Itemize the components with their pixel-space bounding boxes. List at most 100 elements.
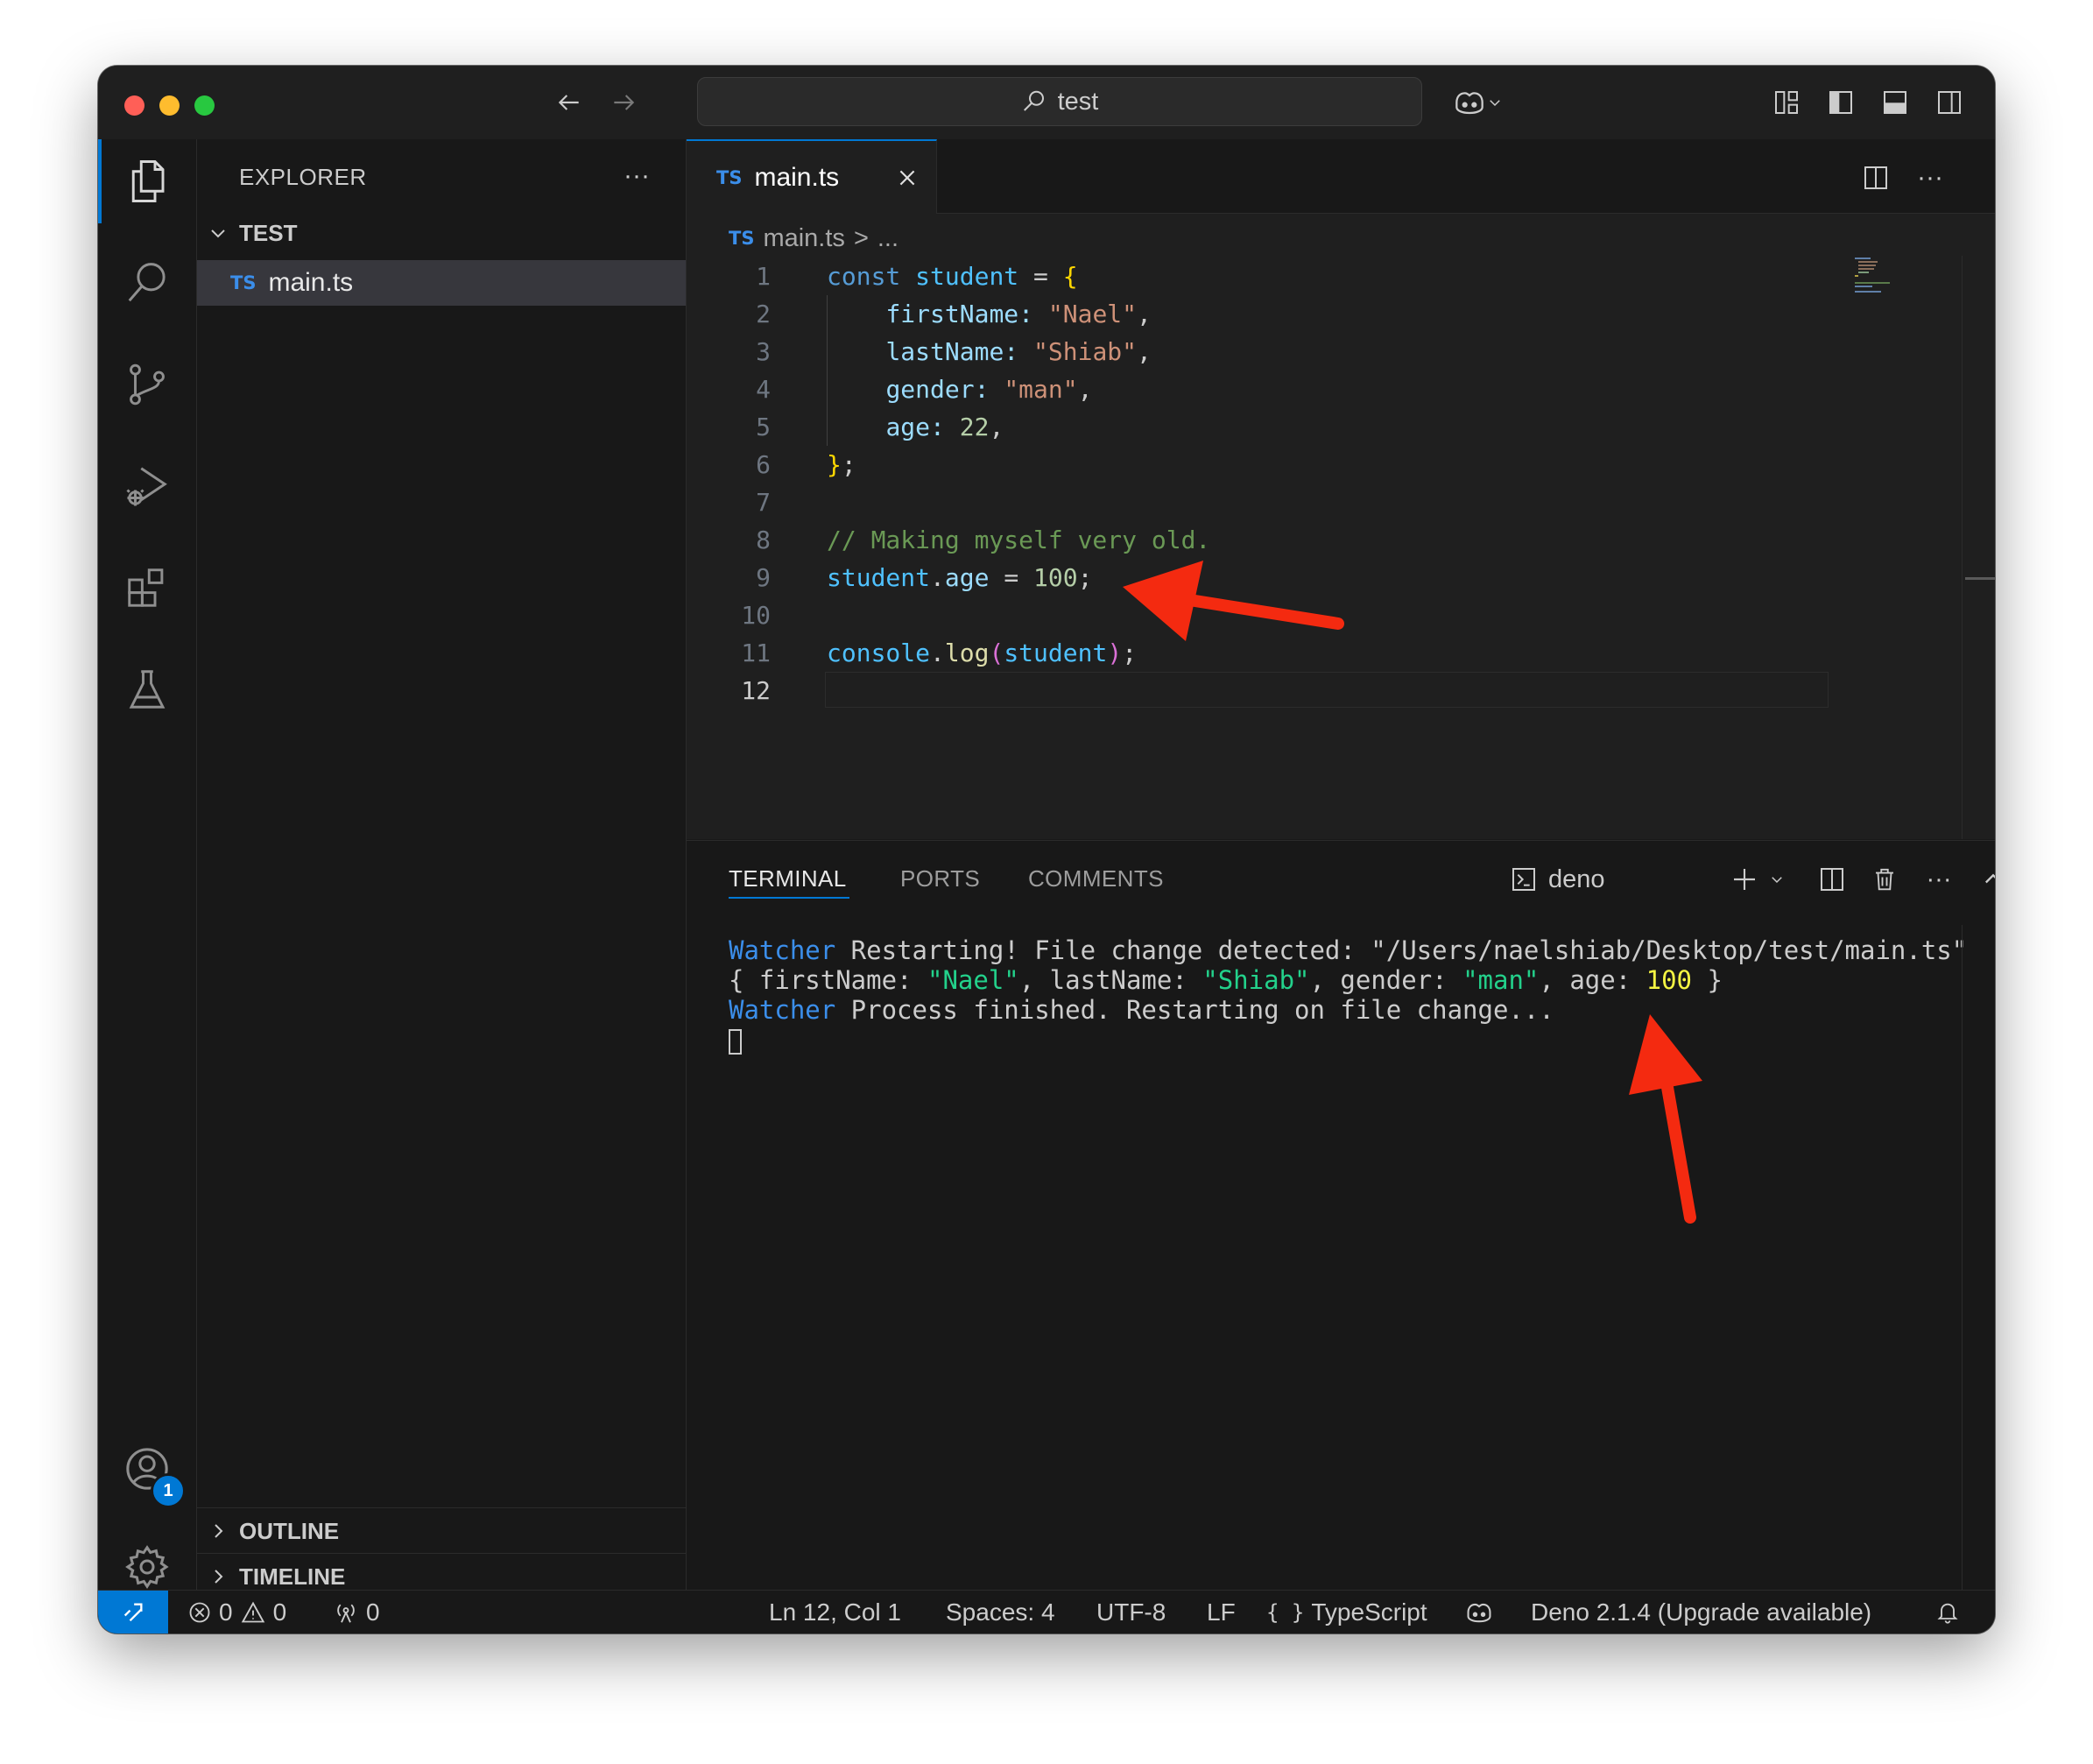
panel-bottom-icon: [1884, 91, 1906, 114]
copilot-status-button[interactable]: [1464, 1591, 1494, 1633]
tab-comments[interactable]: COMMENTS: [1028, 841, 1164, 916]
breadcrumb-file[interactable]: main.ts: [763, 224, 844, 253]
tab-main-ts[interactable]: TS main.ts: [687, 139, 937, 214]
chevron-right-icon: [197, 1521, 239, 1542]
panel-more-button[interactable]: ···: [1920, 860, 1958, 899]
code-line: 3 lastName: "Shiab",: [687, 333, 1948, 370]
layout-grid-icon: [1775, 91, 1798, 114]
explorer-sidebar: EXPLORER ··· TEST TS main.ts OUTLINE TIM…: [197, 139, 687, 1590]
minimap[interactable]: [1848, 256, 1900, 298]
bottom-panel: TERMINAL PORTS COMMENTS deno ··· Watcher…: [687, 840, 1995, 1591]
customize-layout-button[interactable]: [1767, 83, 1806, 122]
activity-run-debug[interactable]: [98, 444, 196, 528]
terminal-line: { firstName: "Nael", lastName: "Shiab", …: [729, 965, 1723, 995]
activity-extensions[interactable]: [98, 546, 196, 630]
terminal-line: Watcher Process finished. Restarting on …: [729, 995, 1554, 1025]
split-editor-icon: [1864, 166, 1887, 189]
indentation-status[interactable]: Spaces: 4: [946, 1591, 1055, 1633]
code-line: 10: [687, 596, 1948, 634]
encoding-status[interactable]: UTF-8: [1096, 1591, 1166, 1633]
active-tab-underline: [729, 897, 849, 899]
new-terminal-button[interactable]: [1730, 860, 1785, 899]
typescript-file-icon: TS: [716, 166, 743, 188]
code-line-current: 12: [687, 672, 1948, 709]
warning-count: 0: [272, 1598, 287, 1626]
scrollbar-cursor-marker: [1965, 577, 1995, 580]
line-number: 8: [756, 526, 771, 554]
section-outline[interactable]: OUTLINE: [197, 1509, 686, 1553]
error-count: 0: [219, 1598, 233, 1626]
close-icon: [899, 170, 915, 186]
toggle-primary-sidebar-button[interactable]: [1822, 83, 1860, 122]
code-editor[interactable]: TS main.ts > ... 1 const student = { 2 fi…: [687, 214, 1995, 839]
remote-indicator-button[interactable]: [98, 1591, 168, 1633]
breadcrumb-symbols[interactable]: ...: [877, 224, 899, 253]
chevron-right-icon: [197, 1566, 239, 1587]
divider: [197, 1507, 686, 1508]
code-line: 11 console.log(student);: [687, 634, 1948, 672]
activity-search[interactable]: [98, 241, 196, 325]
language-mode-status[interactable]: { } TypeScript: [1266, 1591, 1427, 1633]
zoom-window-button[interactable]: [194, 95, 215, 116]
sidebar-left-icon: [1829, 91, 1852, 114]
back-button[interactable]: [550, 83, 588, 122]
code-area[interactable]: 1 const student = { 2 firstName: "Nael", …: [687, 258, 1948, 709]
deno-status[interactable]: Deno 2.1.4 (Upgrade available): [1531, 1591, 1871, 1633]
activity-explorer[interactable]: [98, 139, 196, 223]
maximize-panel-button[interactable]: [1974, 860, 1995, 899]
toggle-panel-button[interactable]: [1876, 83, 1914, 122]
activity-accounts[interactable]: 1: [98, 1427, 196, 1511]
vscode-window: test 1 EXPLORER ··· TEST TS main.ts OUTL…: [98, 66, 1995, 1633]
activity-bar: 1: [98, 139, 197, 1590]
line-number: 4: [756, 375, 771, 404]
terminal-name: deno: [1548, 864, 1605, 893]
tab-label: main.ts: [754, 162, 840, 192]
forward-button[interactable]: [604, 83, 643, 122]
file-item-main-ts[interactable]: TS main.ts: [197, 260, 686, 306]
kill-terminal-button[interactable]: [1865, 860, 1904, 899]
tab-ports[interactable]: PORTS: [900, 841, 980, 916]
cursor-position-status[interactable]: Ln 12, Col 1: [769, 1591, 901, 1633]
sidebar-more-button[interactable]: ···: [617, 157, 656, 195]
chevron-down-icon: [197, 222, 239, 243]
folder-name: TEST: [239, 219, 298, 246]
terminal-scrollbar[interactable]: [1962, 925, 1963, 1591]
problems-status[interactable]: 0 0: [187, 1591, 286, 1633]
split-terminal-button[interactable]: [1813, 860, 1851, 899]
terminal-line: Watcher Restarting! File change detected…: [729, 935, 1968, 965]
split-editor-button[interactable]: [1857, 159, 1895, 197]
gear-icon: [125, 1545, 169, 1589]
tab-terminal[interactable]: TERMINAL: [729, 841, 847, 916]
search-icon: [1023, 90, 1044, 111]
line-number: 9: [756, 563, 771, 592]
ports-status[interactable]: 0: [333, 1591, 380, 1633]
eol-status[interactable]: LF: [1207, 1591, 1236, 1633]
breadcrumb-separator: >: [853, 223, 869, 252]
toggle-secondary-sidebar-button[interactable]: [1930, 83, 1969, 122]
activity-source-control[interactable]: [98, 342, 196, 427]
plus-icon: [1734, 869, 1755, 890]
terminal-line: [729, 1025, 1967, 1055]
split-terminal-icon: [1821, 868, 1843, 891]
minimize-window-button[interactable]: [159, 95, 180, 116]
section-timeline-label: TIMELINE: [239, 1563, 346, 1590]
warning-icon: [241, 1601, 264, 1623]
editor-scrollbar[interactable]: [1962, 256, 1963, 839]
copilot-menu-button[interactable]: [1447, 83, 1508, 122]
terminal-selector[interactable]: deno: [1510, 860, 1605, 899]
terminal-output[interactable]: Watcher Restarting! File change detected…: [729, 935, 1967, 1055]
close-tab-button[interactable]: [890, 160, 925, 195]
divider: [197, 1553, 686, 1554]
line-number: 3: [756, 337, 771, 366]
editor-more-button[interactable]: ···: [1911, 159, 1949, 197]
line-number: 1: [756, 262, 771, 291]
code-line: 6};: [687, 446, 1948, 483]
activity-testing[interactable]: [98, 647, 196, 731]
line-number: 11: [741, 639, 771, 667]
notifications-button[interactable]: [1935, 1591, 1960, 1633]
folder-section-test[interactable]: TEST: [197, 211, 686, 255]
line-number: 7: [756, 488, 771, 517]
close-window-button[interactable]: [124, 95, 144, 116]
chevron-down-icon: [1490, 100, 1500, 107]
command-center-search[interactable]: test: [697, 77, 1422, 126]
